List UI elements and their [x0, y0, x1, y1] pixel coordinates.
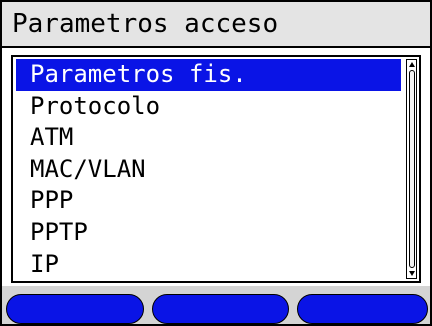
menu-item-atm[interactable]: ATM: [16, 122, 401, 154]
menu-item-ip[interactable]: IP: [16, 249, 401, 281]
softkey-2-button[interactable]: [152, 294, 289, 324]
menu-list: Parametros fis. Protocolo ATM MAC/VLAN P…: [16, 59, 401, 280]
scroll-down-arrow-icon[interactable]: [408, 271, 415, 276]
softkey-bar: [2, 286, 430, 324]
softkey-3-button[interactable]: [297, 294, 428, 324]
scroll-up-arrow-icon[interactable]: [408, 62, 415, 67]
scroll-thumb[interactable]: [408, 70, 415, 268]
scrollbar[interactable]: [406, 59, 417, 279]
menu-item-parametros-fis[interactable]: Parametros fis.: [16, 59, 401, 91]
menu-frame: Parametros fis. Protocolo ATM MAC/VLAN P…: [11, 55, 421, 283]
device-screen: Parametros acceso Parametros fis. Protoc…: [0, 0, 432, 326]
title-bar: Parametros acceso: [2, 2, 430, 48]
menu-item-ppp[interactable]: PPP: [16, 185, 401, 217]
menu-item-mac-vlan[interactable]: MAC/VLAN: [16, 154, 401, 186]
page-title: Parametros acceso: [12, 9, 279, 39]
menu-item-pptp[interactable]: PPTP: [16, 217, 401, 249]
softkey-1-button[interactable]: [6, 294, 144, 324]
menu-item-protocolo[interactable]: Protocolo: [16, 91, 401, 123]
